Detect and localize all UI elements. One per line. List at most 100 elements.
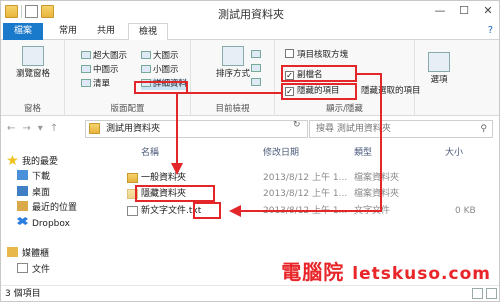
back-arrow-icon[interactable]: ← (7, 123, 15, 134)
breadcrumb-current[interactable]: 測試用資料夾 (106, 124, 160, 134)
layout-extra-large[interactable]: 超大圖示 (81, 51, 127, 62)
close-button[interactable]: ✕ (479, 4, 497, 17)
watermark-cn: 電腦院 (281, 260, 345, 284)
layout-small[interactable]: 小圖示 (141, 65, 179, 76)
search-box[interactable]: 搜尋 測試用資料夾 ⚲ (309, 120, 493, 138)
size-columns-icon (251, 78, 261, 86)
tab-share[interactable]: 共用 (89, 23, 123, 40)
dropbox-icon (17, 217, 28, 225)
forward-arrow-icon[interactable]: → (22, 123, 30, 134)
document-icon (17, 263, 28, 273)
nav-libraries[interactable]: 媒體櫃 (7, 247, 49, 261)
nav-buttons: ← → ▾ ↑ (7, 123, 58, 134)
nav-downloads[interactable]: 下載 (17, 170, 50, 184)
options-button[interactable]: 選項 (421, 52, 457, 85)
nav-favorites[interactable]: 我的最愛 (7, 155, 58, 169)
file-date: 2013/8/12 上午 1... (263, 206, 348, 216)
group-panes: 瀏覽窗格 窗格 (1, 40, 65, 116)
address-bar[interactable]: 測試用資料夾 (85, 120, 308, 138)
group-by-button[interactable] (251, 50, 263, 61)
small-icons-icon (141, 65, 151, 73)
explorer-window: 測試用資料夾 — ☐ ✕ 檔案 常用 共用 檢視 ? 瀏覽窗格 窗格 超大圖示 … (0, 0, 500, 302)
highlight-details-view (134, 81, 188, 94)
refresh-icon[interactable]: ↻ (293, 120, 307, 130)
medium-icons-icon (81, 65, 91, 73)
highlight-hidden-folder (135, 185, 215, 202)
star-icon (7, 155, 18, 165)
file-name: 一般資料夾 (141, 173, 187, 183)
item-count: 3 個項目 (5, 289, 41, 299)
details-view-icon[interactable] (472, 288, 483, 299)
highlight-extension-checkbox (281, 65, 357, 82)
highlight-extension (193, 202, 221, 219)
group-show-hide-label: 顯示/隱藏 (326, 104, 363, 114)
item-checkboxes-option[interactable]: 項目核取方塊 (285, 49, 348, 61)
watermark-latin: letskuso.com (352, 264, 491, 284)
nav-documents[interactable]: 文件 (17, 263, 50, 277)
up-arrow-icon[interactable]: ↑ (50, 123, 58, 134)
desktop-icon (17, 186, 28, 196)
search-placeholder: 搜尋 測試用資料夾 (316, 124, 391, 134)
layout-large[interactable]: 大圖示 (141, 51, 179, 62)
large-icons-view-icon[interactable] (486, 288, 497, 299)
minimize-button[interactable]: — (431, 4, 449, 17)
tab-view[interactable]: 檢視 (128, 23, 168, 41)
file-type: 檔案資料夾 (354, 173, 400, 183)
window-title: 測試用資料夾 (218, 8, 284, 21)
navigation-pane: 我的最愛 下載 桌面 最近的位置 Dropbox 媒體櫃 文件 (1, 143, 123, 285)
options-icon (428, 52, 450, 72)
size-columns-button[interactable] (251, 78, 263, 89)
navigation-pane-button[interactable]: 瀏覽窗格 (5, 46, 61, 79)
large-icons-icon (141, 51, 151, 59)
text-file-icon (127, 206, 138, 216)
column-name[interactable]: 名稱 (141, 145, 159, 161)
group-layout: 超大圖示 大圖示 中圖示 小圖示 清單 詳細資料 版面配置 (65, 40, 191, 116)
folder-icon (89, 123, 100, 134)
ribbon-tabs: 檔案 常用 共用 檢視 ? (1, 23, 499, 41)
recent-places-icon (17, 201, 28, 211)
list-icon (81, 79, 91, 87)
address-bar-row: ← → ▾ ↑ 測試用資料夾 ↻ 搜尋 測試用資料夾 ⚲ (1, 117, 499, 141)
checkbox-icon (285, 49, 294, 58)
column-type[interactable]: 類型 (354, 145, 372, 161)
nav-desktop[interactable]: 桌面 (17, 186, 50, 200)
highlight-hidden-checkbox (281, 83, 357, 100)
hide-selected-items-button[interactable]: 隱藏選取的項目 (361, 86, 421, 97)
navigation-pane-icon (22, 46, 44, 66)
file-date: 2013/8/12 上午 1... (263, 173, 348, 183)
group-current-view-label: 目前檢視 (215, 104, 250, 114)
add-columns-icon (251, 64, 261, 72)
library-icon (7, 247, 18, 257)
file-row[interactable]: 新文字文件.txt 2013/8/12 上午 1... 文字文件 0 KB (125, 204, 499, 218)
file-date: 2013/8/12 上午 1... (263, 189, 348, 199)
layout-medium[interactable]: 中圖示 (81, 65, 119, 76)
tab-home[interactable]: 常用 (51, 23, 85, 40)
title-bar: 測試用資料夾 — ☐ ✕ (1, 1, 499, 23)
group-layout-label: 版面配置 (110, 104, 145, 114)
column-date-modified[interactable]: 修改日期 (263, 145, 299, 161)
column-size[interactable]: 大小 (445, 145, 463, 161)
recent-chevron-icon[interactable]: ▾ (38, 123, 43, 134)
search-icon: ⚲ (480, 124, 487, 134)
ribbon: 瀏覽窗格 窗格 超大圖示 大圖示 中圖示 小圖示 清單 詳細資料 版面配置 排序… (1, 40, 499, 116)
group-by-icon (251, 50, 261, 58)
extra-large-icons-icon (81, 51, 91, 59)
status-bar: 3 個項目 (1, 285, 499, 301)
file-size: 0 KB (455, 206, 476, 216)
sort-by-label: 排序方式 (215, 69, 250, 79)
folder-icon (127, 173, 138, 183)
layout-list[interactable]: 清單 (81, 79, 110, 90)
help-icon[interactable]: ? (488, 25, 493, 36)
file-type: 檔案資料夾 (354, 189, 400, 199)
view-toggle (472, 288, 497, 299)
nav-dropbox[interactable]: Dropbox (17, 217, 70, 231)
file-type: 文字文件 (354, 206, 391, 216)
window-controls: — ☐ ✕ (431, 4, 497, 17)
file-row[interactable]: 一般資料夾 2013/8/12 上午 1... 檔案資料夾 (125, 171, 499, 185)
maximize-button[interactable]: ☐ (455, 4, 473, 17)
add-columns-button[interactable] (251, 64, 263, 75)
options-label: 選項 (430, 75, 448, 85)
tab-file[interactable]: 檔案 (3, 23, 43, 40)
nav-recent[interactable]: 最近的位置 (17, 201, 77, 215)
group-panes-label: 窗格 (23, 104, 41, 114)
